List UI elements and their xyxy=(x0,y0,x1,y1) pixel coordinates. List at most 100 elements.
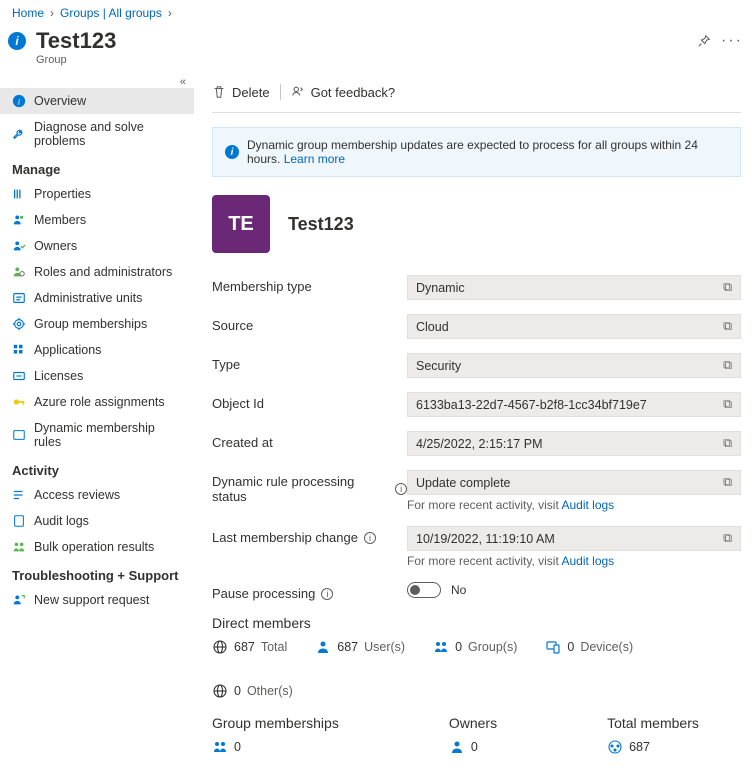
pin-icon[interactable] xyxy=(697,34,711,48)
stat-groups[interactable]: 0Group(s) xyxy=(433,639,517,655)
globe-icon xyxy=(212,639,228,655)
sidebar-item-bulk-results[interactable]: Bulk operation results xyxy=(0,534,194,560)
label-object-id: Object Id xyxy=(212,392,407,411)
user-icon xyxy=(315,639,331,655)
sidebar-item-admin-units[interactable]: Administrative units xyxy=(0,285,194,311)
field-source: Cloud⧉ xyxy=(407,314,741,339)
breadcrumb-groups[interactable]: Groups | All groups xyxy=(60,6,162,20)
total-members-title: Total members xyxy=(607,715,699,731)
label-last-change: Last membership changei xyxy=(212,526,407,545)
sidebar-item-label: Diagnose and solve problems xyxy=(34,120,182,148)
pause-toggle[interactable] xyxy=(407,582,441,598)
field-rule-status: Update complete⧉ xyxy=(407,470,741,495)
sidebar-item-group-memberships[interactable]: Group memberships xyxy=(0,311,194,337)
delete-label: Delete xyxy=(232,85,270,100)
page-title: Test123 xyxy=(36,28,681,54)
roles-icon xyxy=(12,265,26,279)
sidebar-item-label: Audit logs xyxy=(34,514,89,528)
info-icon[interactable]: i xyxy=(321,588,333,600)
info-icon: i xyxy=(8,32,26,50)
total-icon xyxy=(607,739,623,755)
copy-icon[interactable]: ⧉ xyxy=(723,358,732,373)
stat-owners[interactable]: 0 xyxy=(449,739,497,755)
row-created-at: Created at 4/25/2022, 2:15:17 PM⧉ xyxy=(212,431,741,456)
sidebar-item-properties[interactable]: Properties xyxy=(0,181,194,207)
bulk-results-icon xyxy=(12,540,26,554)
sidebar-item-owners[interactable]: Owners xyxy=(0,233,194,259)
field-type: Security⧉ xyxy=(407,353,741,378)
sidebar-item-dynamic-rules[interactable]: Dynamic membership rules xyxy=(0,415,194,455)
breadcrumb-home[interactable]: Home xyxy=(12,6,44,20)
owners-section: Owners 0 xyxy=(449,715,497,755)
sidebar-item-new-request[interactable]: New support request xyxy=(0,587,194,613)
total-members-section: Total members 687 xyxy=(607,715,699,755)
properties-icon xyxy=(12,187,26,201)
info-icon[interactable]: i xyxy=(395,483,407,495)
sidebar-item-azure-roles[interactable]: Azure role assignments xyxy=(0,389,194,415)
access-reviews-icon xyxy=(12,488,26,502)
sidebar-item-label: Overview xyxy=(34,94,86,108)
stat-devices[interactable]: 0Device(s) xyxy=(545,639,633,655)
globe-icon xyxy=(212,683,228,699)
copy-icon[interactable]: ⧉ xyxy=(723,531,732,546)
copy-icon[interactable]: ⧉ xyxy=(723,280,732,295)
copy-icon[interactable]: ⧉ xyxy=(723,319,732,334)
sidebar-item-audit-logs[interactable]: Audit logs xyxy=(0,508,194,534)
delete-button[interactable]: Delete xyxy=(212,85,270,100)
feedback-label: Got feedback? xyxy=(311,85,396,100)
sidebar-item-label: Roles and administrators xyxy=(34,265,172,279)
copy-icon[interactable]: ⧉ xyxy=(723,475,732,490)
feedback-button[interactable]: Got feedback? xyxy=(291,85,396,100)
licenses-icon xyxy=(12,369,26,383)
applications-icon xyxy=(12,343,26,357)
copy-icon[interactable]: ⧉ xyxy=(723,436,732,451)
group-memberships-title: Group memberships xyxy=(212,715,339,731)
sidebar: « i Overview Diagnose and solve problems… xyxy=(0,74,194,773)
entity-header: TE Test123 xyxy=(212,195,741,253)
chevron-right-icon: › xyxy=(50,6,54,20)
sidebar-item-label: Azure role assignments xyxy=(34,395,165,409)
audit-logs-icon xyxy=(12,514,26,528)
label-source: Source xyxy=(212,314,407,333)
sidebar-item-members[interactable]: Members xyxy=(0,207,194,233)
sidebar-item-access-reviews[interactable]: Access reviews xyxy=(0,482,194,508)
page-subtitle: Group xyxy=(36,54,681,66)
toolbar-divider xyxy=(280,84,281,100)
horizontal-divider xyxy=(212,112,741,113)
sidebar-item-diagnose[interactable]: Diagnose and solve problems xyxy=(0,114,194,154)
more-icon[interactable]: ··· xyxy=(721,32,743,50)
copy-icon[interactable]: ⧉ xyxy=(723,397,732,412)
sidebar-item-applications[interactable]: Applications xyxy=(0,337,194,363)
members-icon xyxy=(12,213,26,227)
stat-group-memberships[interactable]: 0 xyxy=(212,739,339,755)
entity-name: Test123 xyxy=(288,214,354,235)
row-membership-type: Membership type Dynamic⧉ xyxy=(212,275,741,300)
sidebar-item-label: Licenses xyxy=(34,369,83,383)
sidebar-item-overview[interactable]: i Overview xyxy=(0,88,194,114)
row-source: Source Cloud⧉ xyxy=(212,314,741,339)
sidebar-item-roles[interactable]: Roles and administrators xyxy=(0,259,194,285)
field-membership-type: Dynamic⧉ xyxy=(407,275,741,300)
support-icon xyxy=(12,593,26,607)
banner-learn-more-link[interactable]: Learn more xyxy=(284,152,345,166)
stat-total-members[interactable]: 687 xyxy=(607,739,699,755)
group-memberships-icon xyxy=(12,317,26,331)
sidebar-item-licenses[interactable]: Licenses xyxy=(0,363,194,389)
stat-users[interactable]: 687User(s) xyxy=(315,639,405,655)
field-created-at: 4/25/2022, 2:15:17 PM⧉ xyxy=(407,431,741,456)
audit-logs-link[interactable]: Audit logs xyxy=(561,554,614,568)
rules-icon xyxy=(12,428,26,442)
feedback-icon xyxy=(291,85,305,99)
owners-icon xyxy=(12,239,26,253)
label-type: Type xyxy=(212,353,407,372)
device-icon xyxy=(545,639,561,655)
sidebar-section-manage: Manage xyxy=(0,154,194,181)
stat-total[interactable]: 687Total xyxy=(212,639,287,655)
toolbar: Delete Got feedback? xyxy=(212,80,741,108)
info-icon[interactable]: i xyxy=(364,532,376,544)
content-pane: Delete Got feedback? i Dynamic group mem… xyxy=(194,74,755,773)
wrench-icon xyxy=(12,127,26,141)
stat-others[interactable]: 0Other(s) xyxy=(212,683,293,699)
audit-logs-link[interactable]: Audit logs xyxy=(561,498,614,512)
collapse-sidebar-icon[interactable]: « xyxy=(0,76,194,88)
